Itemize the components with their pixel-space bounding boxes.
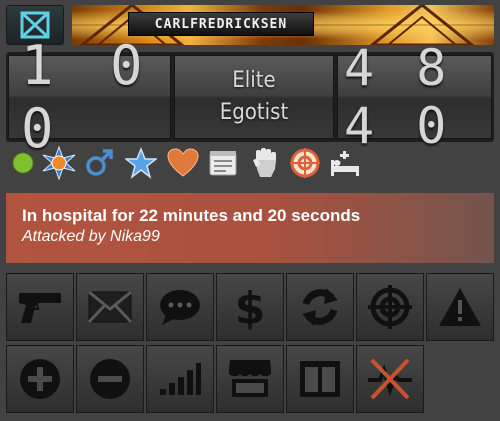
svg-text:$: $ xyxy=(235,283,265,331)
attacked-by-text: Attacked by Nika99 xyxy=(22,228,160,245)
bounty-target-icon[interactable] xyxy=(288,144,322,182)
send-message-icon xyxy=(88,291,132,323)
age-display: 4 8 4 0 xyxy=(337,39,492,155)
job-notes-icon[interactable] xyxy=(206,144,240,182)
place-bounty-icon xyxy=(368,285,412,329)
trade-button[interactable] xyxy=(286,273,354,341)
revive-disabled-icon xyxy=(368,358,412,400)
hospital-status-banner: In hospital for 22 minutes and 20 second… xyxy=(6,193,494,263)
chat-bubble-icon xyxy=(160,290,200,325)
add-friend-button[interactable] xyxy=(6,345,74,413)
donator-star-icon[interactable] xyxy=(42,144,76,182)
bazaar-shop-icon xyxy=(229,360,271,397)
rank-line-1: Elite xyxy=(232,68,276,93)
add-friend-icon xyxy=(20,359,60,399)
rank-display: Elite Egotist xyxy=(174,55,334,139)
add-enemy-icon xyxy=(90,359,130,399)
add-enemy-button[interactable] xyxy=(76,345,144,413)
hospital-duration-text: In hospital for 22 minutes and 20 second… xyxy=(22,206,361,225)
send-money-button[interactable]: $ xyxy=(216,273,284,341)
level-display: 1 0 0 xyxy=(8,34,171,160)
attack-button[interactable] xyxy=(6,273,74,341)
bazaar-button[interactable] xyxy=(216,345,284,413)
chat-button[interactable] xyxy=(146,273,214,341)
report-button[interactable] xyxy=(426,273,494,341)
age-value: 4 8 4 0 xyxy=(344,39,453,155)
player-name: CARLFREDRICKSEN xyxy=(128,12,314,36)
send-money-icon: $ xyxy=(235,283,265,331)
place-bounty-button[interactable] xyxy=(356,273,424,341)
trade-arrows-icon xyxy=(302,288,338,326)
faction-fist-icon[interactable] xyxy=(248,144,282,182)
report-warning-icon xyxy=(439,288,481,326)
level-value: 1 0 0 xyxy=(21,34,155,160)
revive-button[interactable] xyxy=(356,345,424,413)
subscriber-star-icon[interactable] xyxy=(124,144,158,182)
rank-line-2: Egotist xyxy=(219,100,289,125)
personal-stats-button[interactable] xyxy=(146,345,214,413)
attack-gun-icon xyxy=(19,293,61,323)
male-gender-icon[interactable] xyxy=(82,144,116,182)
send-message-button[interactable] xyxy=(76,273,144,341)
online-status-icon[interactable] xyxy=(6,144,40,182)
status-icons-row xyxy=(6,144,366,182)
married-heart-icon[interactable] xyxy=(166,144,200,182)
hospital-bed-icon[interactable] xyxy=(328,144,362,182)
action-buttons-grid: $ xyxy=(6,273,494,418)
display-case-button[interactable] xyxy=(286,345,354,413)
stats-chart-icon xyxy=(160,363,201,395)
display-case-icon xyxy=(300,361,340,397)
